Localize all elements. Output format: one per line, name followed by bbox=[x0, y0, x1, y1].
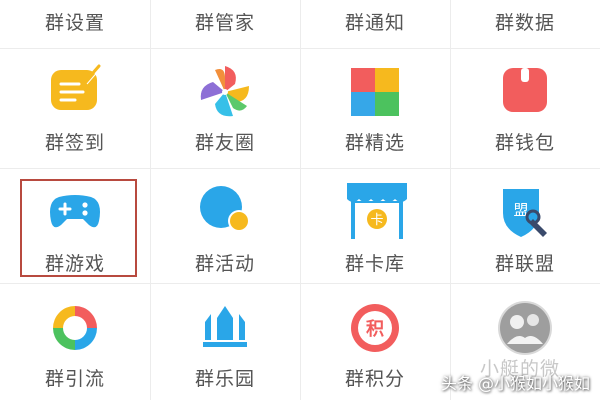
grid-item-card-store[interactable]: 卡 群卡库 bbox=[300, 183, 450, 276]
grid-item-alliance[interactable]: 盟 群联盟 bbox=[450, 183, 600, 276]
item-label: 群精选 bbox=[344, 132, 405, 154]
grid-item-butler[interactable]: 群管家 bbox=[150, 8, 300, 35]
item-label: 群联盟 bbox=[494, 253, 555, 275]
item-label: 群积分 bbox=[344, 368, 405, 390]
card-store-icon: 卡 bbox=[345, 183, 407, 243]
grid-item-notification[interactable]: 群通知 bbox=[300, 8, 450, 35]
color-squares-icon bbox=[345, 62, 405, 122]
ring-icon bbox=[45, 298, 105, 358]
svg-text:卡: 卡 bbox=[370, 213, 383, 228]
park-icon bbox=[195, 298, 255, 358]
item-label: 群活动 bbox=[194, 253, 255, 275]
item-label: 群管家 bbox=[194, 12, 255, 34]
item-label: 群卡库 bbox=[344, 253, 405, 275]
activity-circle-icon bbox=[195, 183, 255, 243]
grid-item-featured[interactable]: 群精选 bbox=[300, 62, 450, 155]
wallet-icon bbox=[495, 62, 555, 122]
grid-item-photo[interactable] bbox=[450, 298, 600, 358]
item-label: 群乐园 bbox=[194, 368, 255, 390]
checkin-note-icon bbox=[45, 62, 105, 122]
grid-item-park[interactable]: 群乐园 bbox=[150, 298, 300, 391]
item-label: 群引流 bbox=[44, 368, 105, 390]
item-label: 群签到 bbox=[44, 132, 105, 154]
group-features-grid: 群设置 群管家 群通知 群数据 群签到 群友圈 群精选 群钱包 群游戏 群活动 … bbox=[0, 0, 600, 400]
grid-divider bbox=[0, 48, 600, 49]
item-label: 群通知 bbox=[344, 12, 405, 34]
item-label: 群友圈 bbox=[194, 132, 255, 154]
grid-item-data[interactable]: 群数据 bbox=[450, 8, 600, 35]
grid-item-friend-circle[interactable]: 群友圈 bbox=[150, 62, 300, 155]
grid-divider bbox=[0, 283, 600, 284]
grid-item-checkin[interactable]: 群签到 bbox=[0, 62, 150, 155]
item-label: 群钱包 bbox=[494, 132, 555, 154]
svg-text:积: 积 bbox=[366, 319, 384, 340]
alliance-shield-icon: 盟 bbox=[495, 183, 555, 243]
grid-item-settings[interactable]: 群设置 bbox=[0, 8, 150, 35]
watermark: 头条 @小猴如小猴如 bbox=[440, 374, 590, 393]
pinwheel-icon bbox=[195, 62, 255, 122]
highlight-box bbox=[20, 179, 137, 277]
profile-photo-icon bbox=[495, 298, 555, 358]
item-label: 群数据 bbox=[494, 12, 555, 34]
grid-item-activity[interactable]: 群活动 bbox=[150, 183, 300, 276]
points-icon: 积 bbox=[345, 298, 405, 358]
grid-divider bbox=[0, 168, 600, 169]
grid-item-traffic[interactable]: 群引流 bbox=[0, 298, 150, 391]
grid-item-wallet[interactable]: 群钱包 bbox=[450, 62, 600, 155]
grid-item-points[interactable]: 积 群积分 bbox=[300, 298, 450, 391]
item-label: 群设置 bbox=[44, 12, 105, 34]
